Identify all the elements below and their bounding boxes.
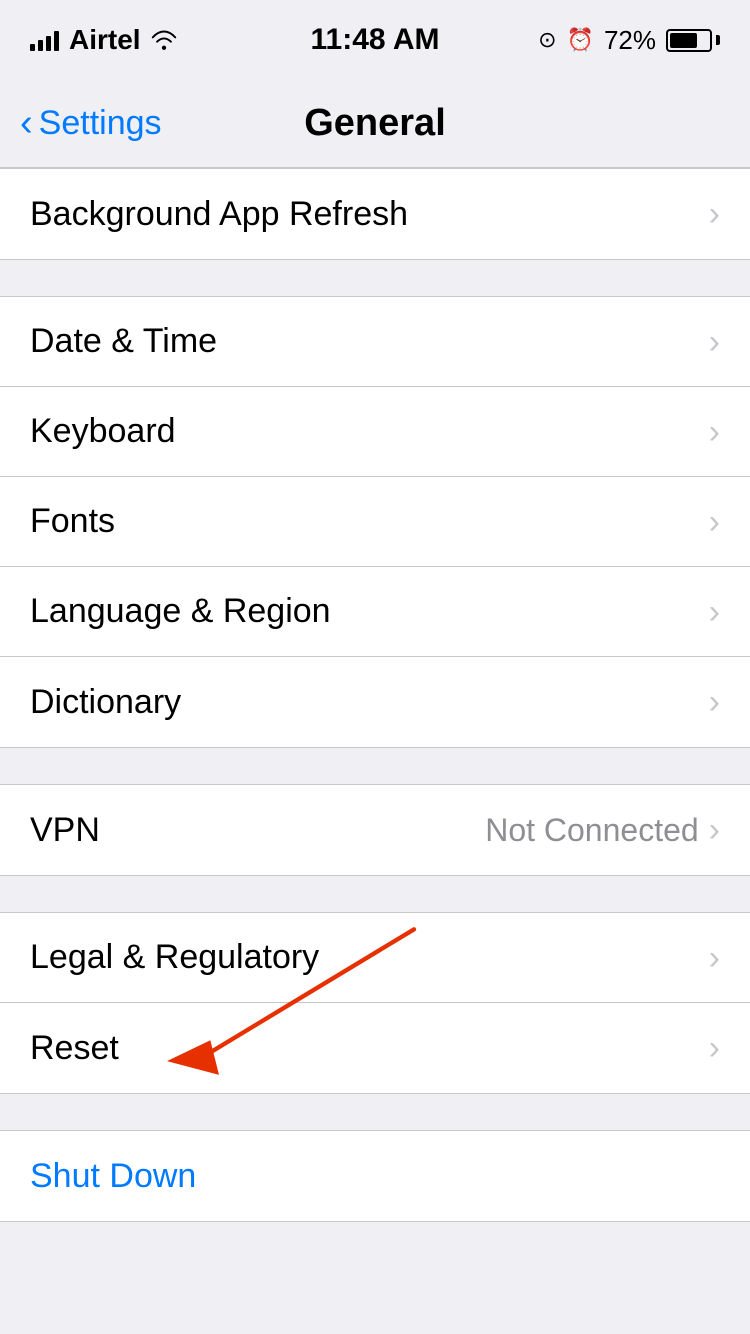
annotation-container: Legal & Regulatory › Reset ›: [0, 912, 750, 1094]
row-label-dictionary: Dictionary: [30, 683, 181, 722]
row-label-date-time: Date & Time: [30, 322, 217, 361]
row-label-language-region: Language & Region: [30, 592, 331, 631]
back-chevron-icon: ‹: [20, 104, 33, 142]
alarm-icon: ⏰: [567, 27, 594, 53]
row-language-region[interactable]: Language & Region ›: [0, 567, 750, 657]
row-right-date-time: ›: [709, 325, 720, 359]
chevron-right-icon: ›: [709, 685, 720, 719]
gap-2: [0, 748, 750, 784]
carrier-signal: Airtel: [30, 24, 177, 56]
carrier-name: Airtel: [69, 24, 141, 56]
vpn-status: Not Connected: [485, 812, 698, 849]
settings-group-vpn: VPN Not Connected ›: [0, 784, 750, 876]
settings-group-2: Date & Time › Keyboard › Fonts › Languag…: [0, 296, 750, 748]
status-bar: Airtel 11:48 AM ⊙ ⏰ 72%: [0, 0, 750, 80]
row-label-keyboard: Keyboard: [30, 412, 176, 451]
chevron-right-icon: ›: [709, 1031, 720, 1065]
chevron-right-icon: ›: [709, 325, 720, 359]
lock-icon: ⊙: [538, 27, 556, 53]
row-right-fonts: ›: [709, 505, 720, 539]
settings-group-1: Background App Refresh ›: [0, 168, 750, 260]
settings-group-legal-reset: Legal & Regulatory › Reset ›: [0, 912, 750, 1094]
wifi-icon: [151, 30, 177, 50]
status-right-icons: ⊙ ⏰ 72%: [538, 25, 720, 56]
row-label-reset: Reset: [30, 1029, 119, 1068]
row-right-dictionary: ›: [709, 685, 720, 719]
row-label-vpn: VPN: [30, 811, 100, 850]
row-date-time[interactable]: Date & Time ›: [0, 297, 750, 387]
row-keyboard[interactable]: Keyboard ›: [0, 387, 750, 477]
page-title: General: [304, 102, 446, 145]
row-right-keyboard: ›: [709, 415, 720, 449]
chevron-right-icon: ›: [709, 813, 720, 847]
row-right-background-app-refresh: ›: [709, 197, 720, 231]
row-vpn[interactable]: VPN Not Connected ›: [0, 785, 750, 875]
row-reset[interactable]: Reset ›: [0, 1003, 750, 1093]
gap-4: [0, 1094, 750, 1130]
chevron-right-icon: ›: [709, 941, 720, 975]
row-label-fonts: Fonts: [30, 502, 115, 541]
bottom-gap: [0, 1222, 750, 1266]
row-legal-regulatory[interactable]: Legal & Regulatory ›: [0, 913, 750, 1003]
navigation-bar: ‹ Settings General: [0, 80, 750, 168]
battery-percent: 72%: [604, 25, 656, 56]
status-time: 11:48 AM: [311, 23, 440, 57]
chevron-right-icon: ›: [709, 415, 720, 449]
row-shutdown[interactable]: Shut Down: [0, 1131, 750, 1221]
shutdown-group: Shut Down: [0, 1130, 750, 1222]
row-fonts[interactable]: Fonts ›: [0, 477, 750, 567]
gap-3: [0, 876, 750, 912]
back-label: Settings: [39, 104, 162, 143]
row-label-legal-regulatory: Legal & Regulatory: [30, 938, 319, 977]
shutdown-label[interactable]: Shut Down: [30, 1157, 196, 1196]
row-right-vpn: Not Connected ›: [485, 812, 720, 849]
back-button[interactable]: ‹ Settings: [20, 104, 162, 143]
chevron-right-icon: ›: [709, 595, 720, 629]
row-right-legal-regulatory: ›: [709, 941, 720, 975]
battery-icon: [666, 29, 720, 52]
chevron-right-icon: ›: [709, 505, 720, 539]
row-background-app-refresh[interactable]: Background App Refresh ›: [0, 169, 750, 259]
row-right-reset: ›: [709, 1031, 720, 1065]
row-right-language-region: ›: [709, 595, 720, 629]
row-dictionary[interactable]: Dictionary ›: [0, 657, 750, 747]
gap-1: [0, 260, 750, 296]
signal-icon: [30, 29, 59, 51]
chevron-right-icon: ›: [709, 197, 720, 231]
row-label-background-app-refresh: Background App Refresh: [30, 195, 408, 234]
